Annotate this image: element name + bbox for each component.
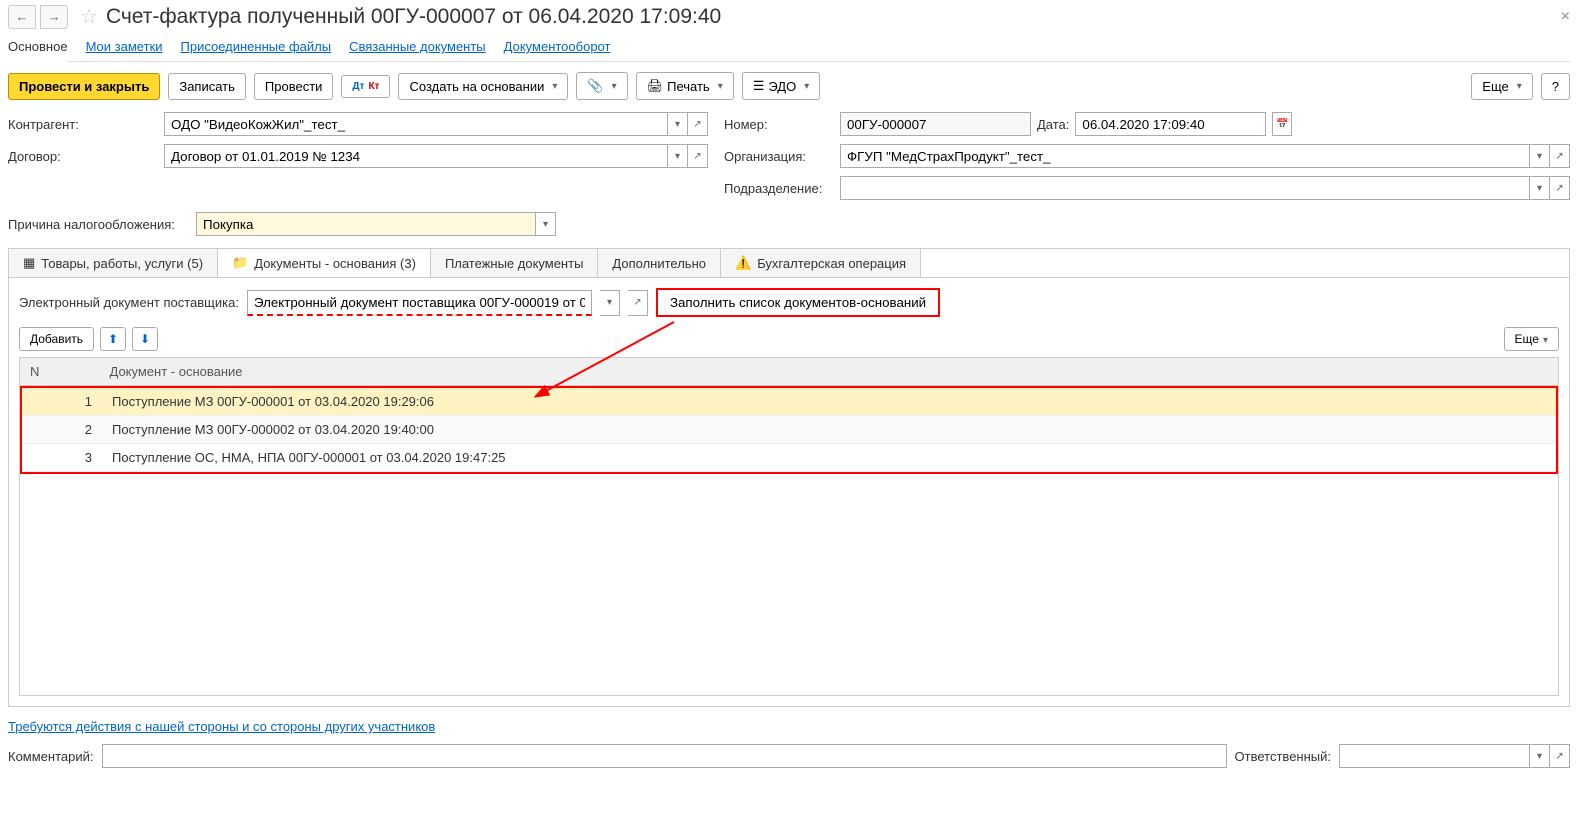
status-link[interactable]: Требуются действия с нашей стороны и со … xyxy=(8,719,435,734)
responsible-input[interactable] xyxy=(1339,744,1530,768)
nav-tab-workflow[interactable]: Документооборот xyxy=(504,33,611,61)
contract-input[interactable] xyxy=(164,144,668,168)
col-header-n[interactable]: N xyxy=(20,358,100,386)
move-up-button[interactable]: ⬆ xyxy=(100,327,126,351)
edoc-label: Электронный документ поставщика: xyxy=(19,295,239,310)
page-title: Счет-фактура полученный 00ГУ-000007 от 0… xyxy=(106,5,1557,29)
tax-reason-input[interactable] xyxy=(196,212,536,236)
dept-open-icon[interactable]: ↗ xyxy=(1550,176,1570,200)
nav-tab-files[interactable]: Присоединенные файлы xyxy=(181,33,332,61)
warning-icon: ⚠️ xyxy=(735,255,751,271)
print-button[interactable]: 🖨 Печать xyxy=(636,72,734,100)
edoc-input[interactable] xyxy=(247,290,592,316)
table-row[interactable]: 3Поступление ОС, НМА, НПА 00ГУ-000001 от… xyxy=(22,444,1556,472)
grid-icon: ▦ xyxy=(23,255,35,271)
date-input[interactable] xyxy=(1075,112,1266,136)
edo-button[interactable]: ☰ ЭДО xyxy=(742,72,821,100)
move-down-button[interactable]: ⬇ xyxy=(132,327,158,351)
nav-back-button[interactable]: ← xyxy=(8,5,36,29)
table-row[interactable]: 2Поступление МЗ 00ГУ-000002 от 03.04.202… xyxy=(22,416,1556,444)
edo-icon: ☰ xyxy=(753,78,765,94)
tax-reason-dropdown-icon[interactable]: ▾ xyxy=(536,212,556,236)
number-label: Номер: xyxy=(724,117,834,132)
contract-label: Договор: xyxy=(8,149,158,164)
dept-dropdown-icon[interactable]: ▾ xyxy=(1530,176,1550,200)
counterparty-label: Контрагент: xyxy=(8,117,158,132)
help-button[interactable]: ? xyxy=(1541,73,1570,100)
calendar-icon[interactable]: 📅 xyxy=(1272,112,1292,136)
tab-payment[interactable]: Платежные документы xyxy=(431,249,598,277)
fill-basis-list-button[interactable]: Заполнить список документов-оснований xyxy=(656,288,940,317)
cell-doc: Поступление МЗ 00ГУ-000001 от 03.04.2020… xyxy=(102,388,1556,416)
nav-tab-notes[interactable]: Мои заметки xyxy=(86,33,163,61)
org-open-icon[interactable]: ↗ xyxy=(1550,144,1570,168)
number-input[interactable] xyxy=(840,112,1031,136)
post-and-close-button[interactable]: Провести и закрыть xyxy=(8,73,160,100)
list-more-button[interactable]: Еще xyxy=(1504,327,1559,351)
edoc-open-icon[interactable]: ↗ xyxy=(628,290,648,316)
dtkt-button[interactable]: ДтКт xyxy=(341,75,390,98)
contract-dropdown-icon[interactable]: ▾ xyxy=(668,144,688,168)
comment-input[interactable] xyxy=(102,744,1227,768)
folder-icon: 📁 xyxy=(232,255,248,271)
comment-label: Комментарий: xyxy=(8,749,94,764)
table-row[interactable]: 1Поступление МЗ 00ГУ-000001 от 03.04.202… xyxy=(22,388,1556,416)
cell-n: 2 xyxy=(22,416,102,444)
tab-extra[interactable]: Дополнительно xyxy=(598,249,721,277)
tab-base-docs[interactable]: 📁Документы - основания (3) xyxy=(218,249,431,277)
org-label: Организация: xyxy=(724,149,834,164)
nav-tab-main[interactable]: Основное xyxy=(8,33,68,62)
attach-button[interactable]: 📎 xyxy=(576,72,627,100)
dept-label: Подразделение: xyxy=(724,181,834,196)
tax-reason-label: Причина налогообложения: xyxy=(8,217,190,232)
tab-accounting[interactable]: ⚠️Бухгалтерская операция xyxy=(721,249,921,277)
cell-doc: Поступление МЗ 00ГУ-000002 от 03.04.2020… xyxy=(102,416,1556,444)
cell-n: 1 xyxy=(22,388,102,416)
counterparty-input[interactable] xyxy=(164,112,668,136)
attach-icon: 📎 xyxy=(587,78,603,94)
add-button[interactable]: Добавить xyxy=(19,327,94,351)
responsible-open-icon[interactable]: ↗ xyxy=(1550,744,1570,768)
counterparty-open-icon[interactable]: ↗ xyxy=(688,112,708,136)
create-based-button[interactable]: Создать на основании xyxy=(398,73,568,100)
edoc-dropdown-icon[interactable]: ▾ xyxy=(600,290,620,316)
counterparty-dropdown-icon[interactable]: ▾ xyxy=(668,112,688,136)
col-header-doc[interactable]: Документ - основание xyxy=(100,358,1559,386)
close-icon[interactable]: × xyxy=(1561,8,1570,26)
nav-tab-linked[interactable]: Связанные документы xyxy=(349,33,486,61)
nav-forward-button[interactable]: → xyxy=(40,5,68,29)
dept-input[interactable] xyxy=(840,176,1530,200)
org-dropdown-icon[interactable]: ▾ xyxy=(1530,144,1550,168)
more-button[interactable]: Еще xyxy=(1471,73,1532,100)
dtkt-icon: Дт xyxy=(352,81,364,92)
printer-icon: 🖨 xyxy=(647,78,664,94)
arrow-down-icon: ⬇ xyxy=(140,332,150,346)
date-label: Дата: xyxy=(1037,117,1069,132)
favorite-star-icon[interactable]: ☆ xyxy=(80,4,98,29)
contract-open-icon[interactable]: ↗ xyxy=(688,144,708,168)
post-button[interactable]: Провести xyxy=(254,73,334,100)
tab-goods[interactable]: ▦Товары, работы, услуги (5) xyxy=(9,249,218,277)
save-button[interactable]: Записать xyxy=(168,73,246,100)
arrow-up-icon: ⬆ xyxy=(108,332,118,346)
responsible-label: Ответственный: xyxy=(1235,749,1331,764)
cell-n: 3 xyxy=(22,444,102,472)
responsible-dropdown-icon[interactable]: ▾ xyxy=(1530,744,1550,768)
org-input[interactable] xyxy=(840,144,1530,168)
cell-doc: Поступление ОС, НМА, НПА 00ГУ-000001 от … xyxy=(102,444,1556,472)
